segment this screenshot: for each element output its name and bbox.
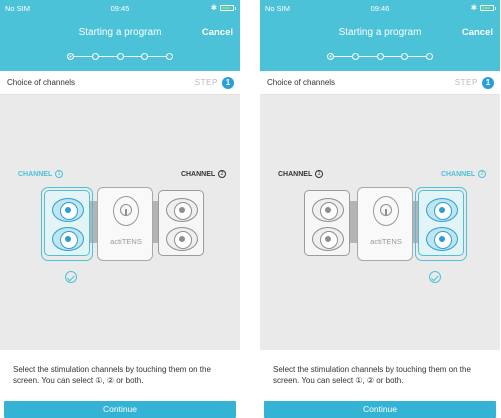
section-title: Choice of channels	[267, 78, 336, 87]
section-header: Choice of channels STEP 1	[260, 71, 500, 95]
channel-1-number: 1	[55, 170, 64, 178]
channel-2-label[interactable]: CHANNEL 2	[181, 170, 226, 178]
status-icons: ✱	[210, 3, 236, 12]
channel-2-number: 2	[218, 170, 226, 178]
control-unit: actiTENS	[357, 187, 413, 261]
step-dot-4	[141, 52, 149, 60]
electrode-icon	[166, 227, 198, 251]
instructions-text: Select the stimulation channels by touch…	[273, 365, 471, 385]
status-bar: No SIM 09:46 ✱	[260, 0, 500, 16]
instructions-text: Select the stimulation channels by touch…	[13, 365, 211, 385]
step-dot-3	[376, 52, 384, 60]
continue-button[interactable]: Continue	[4, 401, 236, 418]
battery-icon	[480, 4, 496, 11]
phone-screen-2: No SIM 09:46 ✱ Starting a program Cancel…	[260, 0, 500, 418]
section-header: Choice of channels STEP 1	[0, 71, 240, 95]
channel-1-label[interactable]: CHANNEL 1	[18, 170, 64, 178]
header-bar: No SIM 09:45 ✱ Starting a program Cancel	[0, 0, 240, 71]
power-icon	[120, 204, 132, 216]
step-dot-1	[327, 52, 334, 60]
step-dot-4	[401, 52, 409, 60]
channel-2-check-icon	[429, 271, 441, 283]
channel-1-label[interactable]: CHANNEL 1	[278, 170, 324, 178]
electrode-icon	[166, 198, 198, 222]
power-icon	[380, 204, 392, 216]
status-bar: No SIM 09:45 ✱	[0, 0, 240, 16]
step-number-badge: 1	[222, 76, 234, 89]
tens-device: actiTENS	[301, 187, 467, 261]
step-label: STEP	[454, 78, 478, 87]
channel-1-check-icon	[65, 271, 77, 283]
step-dot-5	[166, 52, 173, 60]
header-bar: No SIM 09:46 ✱ Starting a program Cancel	[260, 0, 500, 71]
phone-screen-1: No SIM 09:45 ✱ Starting a program Cancel…	[0, 0, 240, 418]
step-dot-1	[67, 52, 74, 60]
electrode-icon	[312, 227, 344, 251]
step-dot-2	[351, 52, 359, 60]
device-logo: actiTENS	[110, 237, 142, 246]
channel-2-text: CHANNEL	[180, 170, 216, 178]
step-dot-3	[116, 52, 124, 60]
section-title: Choice of channels	[7, 78, 76, 87]
channel-2-text: CHANNEL	[440, 170, 476, 178]
status-time: 09:45	[110, 4, 130, 13]
electrode-icon	[312, 198, 344, 222]
channel-2-pad[interactable]	[158, 190, 204, 256]
channel-1-selection-frame	[41, 187, 93, 261]
step-dot-2	[91, 52, 99, 60]
battery-icon	[220, 4, 236, 11]
progress-stepper	[327, 51, 433, 61]
channel-1-text: CHANNEL	[278, 170, 313, 178]
channel-1-number: 1	[315, 170, 324, 178]
step-label: STEP	[194, 78, 218, 87]
channel-selection-area: CHANNEL 1 CHANNEL 2 actiTENS	[0, 95, 240, 350]
bluetooth-icon: ✱	[470, 3, 477, 12]
channel-1-text: CHANNEL	[18, 170, 53, 178]
channel-2-selection-frame	[415, 187, 467, 261]
status-time: 09:46	[370, 4, 390, 13]
device-logo: actiTENS	[370, 237, 402, 246]
cancel-button[interactable]: Cancel	[202, 27, 233, 38]
channel-2-label[interactable]: CHANNEL 2	[441, 170, 486, 178]
left-connector	[349, 201, 357, 243]
channel-selection-area: CHANNEL 1 CHANNEL 2 actiTENS	[260, 95, 500, 350]
cancel-button[interactable]: Cancel	[462, 27, 493, 38]
continue-button[interactable]: Continue	[264, 401, 496, 418]
bluetooth-icon: ✱	[210, 3, 217, 12]
step-number-badge: 1	[482, 76, 494, 89]
step-dot-5	[426, 52, 433, 60]
progress-stepper	[67, 51, 173, 61]
channel-2-number: 2	[478, 170, 486, 178]
channel-1-pad[interactable]	[304, 190, 350, 256]
tens-device: actiTENS	[41, 187, 207, 261]
status-icons: ✱	[470, 3, 496, 12]
control-unit: actiTENS	[97, 187, 153, 261]
